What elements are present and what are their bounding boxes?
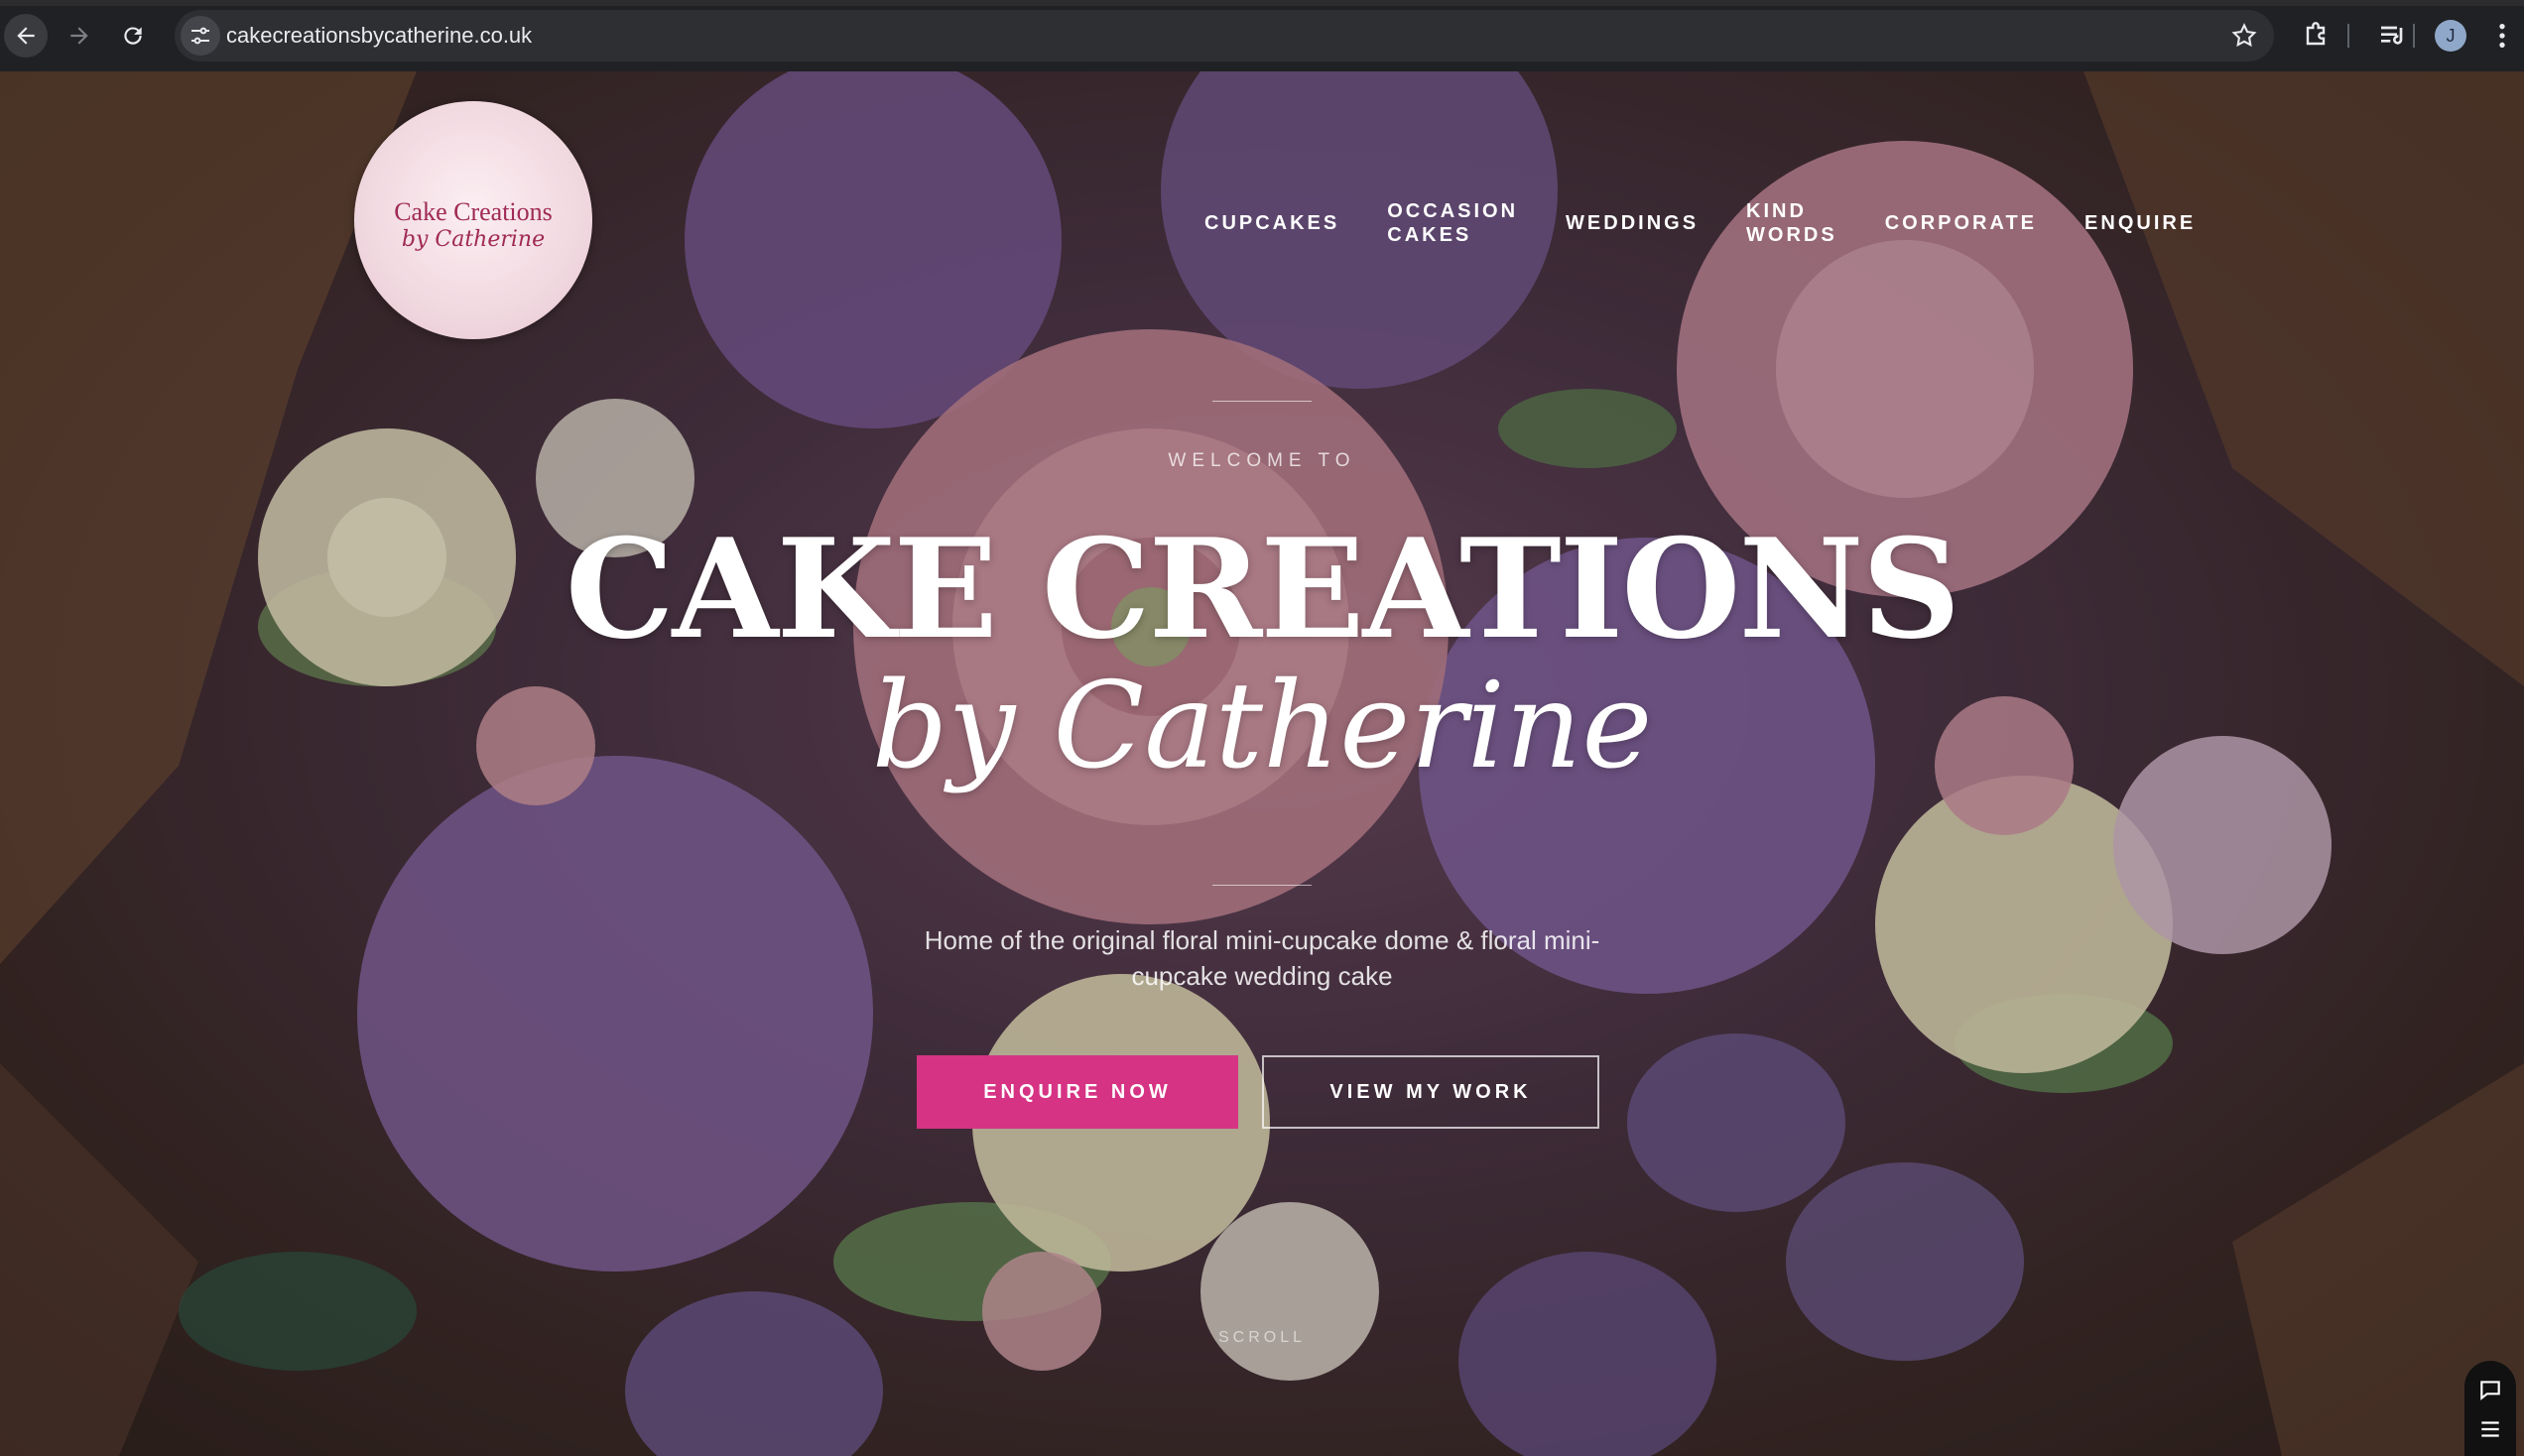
bookmark-star-icon[interactable] [2230,22,2258,50]
tab-strip [0,0,2524,6]
nav-cupcakes[interactable]: CUPCAKES [1204,211,1339,235]
browser-toolbar: cakecreationsbycatherine.co.uk J [0,0,2524,71]
site-logo[interactable]: Cake Creations by Catherine [354,101,592,339]
tune-icon [191,27,209,45]
reload-button[interactable] [111,14,155,58]
welcome-kicker: WELCOME TO [1168,450,1356,471]
toolbar-divider [2347,24,2349,48]
scroll-indicator[interactable]: SCROLL [0,1329,2524,1347]
main-navigation: CUPCAKES OCCASION CAKES WEDDINGS KIND WO… [1204,198,2243,248]
toolbar-divider [2413,24,2415,48]
arrow-left-icon [17,27,35,45]
nav-enquire[interactable]: ENQUIRE [2084,211,2196,235]
nav-kind-words[interactable]: KIND WORDS [1746,199,1837,247]
arrow-right-icon [70,27,88,45]
chat-widget[interactable] [2464,1361,2516,1456]
divider-bottom [1212,885,1312,886]
hero-title: CAKE CREATIONS [565,508,1961,669]
nav-corporate[interactable]: CORPORATE [1885,211,2037,235]
back-button[interactable] [4,14,48,58]
reload-icon [124,27,142,45]
hero-tagline: Home of the original floral mini-cupcake… [924,925,1600,991]
logo-subtitle: by Catherine [401,226,546,252]
enquire-now-button[interactable]: ENQUIRE NOW [917,1055,1238,1129]
divider-top [1212,401,1312,402]
chat-bubble-icon[interactable] [2477,1377,2503,1402]
profile-avatar[interactable]: J [2435,20,2466,52]
logo-title: Cake Creations [394,196,553,226]
hero-section: Cake Creations by Catherine CUPCAKES OCC… [0,71,2524,1456]
address-bar[interactable]: cakecreationsbycatherine.co.uk [175,10,2274,61]
nav-occasion-cakes[interactable]: OCCASION CAKES [1387,199,1518,247]
hero-script-title: by Catherine [871,658,1653,795]
kebab-menu-icon[interactable] [2486,20,2518,52]
hamburger-menu-icon[interactable] [2477,1416,2503,1442]
view-my-work-button[interactable]: VIEW MY WORK [1262,1055,1599,1129]
media-controls-icon[interactable] [2377,20,2409,52]
nav-weddings[interactable]: WEDDINGS [1566,211,1699,235]
site-info-button[interactable] [181,16,220,56]
url-text[interactable]: cakecreationsbycatherine.co.uk [226,10,532,61]
forward-button[interactable] [58,14,101,58]
extensions-puzzle-icon[interactable] [2300,20,2332,52]
